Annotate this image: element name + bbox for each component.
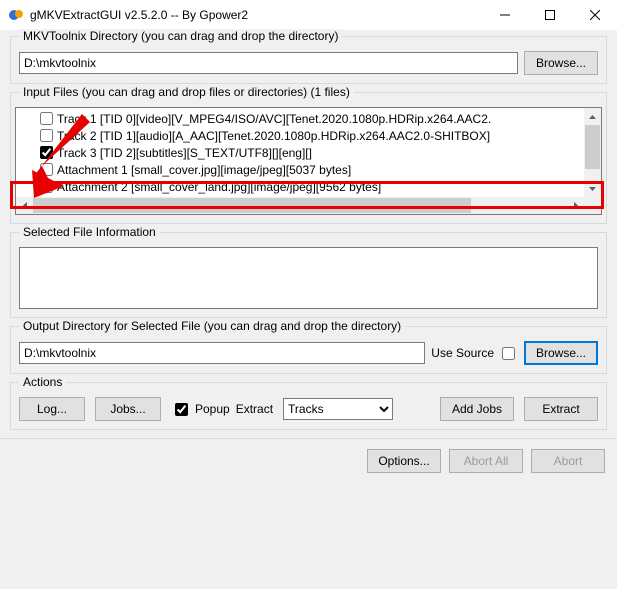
track-label: Track 3 [TID 2][subtitles][S_TEXT/UTF8][… [57,146,312,160]
input-files-group-label: Input Files (you can drag and drop files… [19,85,354,99]
input-files-group: Input Files (you can drag and drop files… [10,92,607,224]
scroll-right-icon[interactable] [567,197,584,214]
abort-all-button[interactable]: Abort All [449,449,523,473]
selected-file-info-box[interactable] [19,247,598,309]
extract-button[interactable]: Extract [524,397,598,421]
abort-button[interactable]: Abort [531,449,605,473]
selected-file-info-label: Selected File Information [19,225,160,239]
output-path-input[interactable] [19,342,425,364]
minimize-button[interactable] [482,0,527,30]
track-row[interactable]: Attachment 1 [small_cover.jpg][image/jpe… [16,161,584,178]
hscroll-thumb[interactable] [33,198,471,213]
footer: Options... Abort All Abort [0,438,617,473]
popup-checkbox-wrap[interactable]: Popup [171,400,230,419]
track-row[interactable]: Track 1 [TID 0][video][V_MPEG4/ISO/AVC][… [16,110,584,127]
track-label: Attachment 1 [small_cover.jpg][image/jpe… [57,163,351,177]
track-row[interactable]: Track 2 [TID 1][audio][A_AAC][Tenet.2020… [16,127,584,144]
use-source-checkbox-wrap[interactable]: Use Source [431,344,518,363]
mkvtoolnix-browse-button[interactable]: Browse... [524,51,598,75]
scroll-up-icon[interactable] [584,108,601,125]
selected-file-info-group: Selected File Information [10,232,607,318]
popup-label: Popup [195,402,230,416]
actions-group: Actions Log... Jobs... Popup Extract Tra… [10,382,607,430]
track-list[interactable]: Track 1 [TID 0][video][V_MPEG4/ISO/AVC][… [15,107,602,215]
mkvtoolnix-group-label: MKVToolnix Directory (you can drag and d… [19,29,342,43]
extract-label: Extract [236,402,273,416]
track-checkbox[interactable] [40,180,53,193]
scroll-corner [584,197,601,214]
mkvtoolnix-path-input[interactable] [19,52,518,74]
use-source-checkbox[interactable] [502,347,515,360]
actions-group-label: Actions [19,375,66,389]
track-label: Track 2 [TID 1][audio][A_AAC][Tenet.2020… [57,129,490,143]
track-checkbox[interactable] [40,163,53,176]
maximize-button[interactable] [527,0,572,30]
track-row[interactable]: Track 3 [TID 2][subtitles][S_TEXT/UTF8][… [16,144,584,161]
scroll-down-icon[interactable] [584,180,601,197]
jobs-button[interactable]: Jobs... [95,397,161,421]
close-button[interactable] [572,0,617,30]
output-browse-button[interactable]: Browse... [524,341,598,365]
extract-target-select[interactable]: Tracks [283,398,393,420]
track-checkbox[interactable] [40,112,53,125]
output-directory-label: Output Directory for Selected File (you … [19,319,405,333]
titlebar: gMKVExtractGUI v2.5.2.0 -- By Gpower2 [0,0,617,30]
mkvtoolnix-directory-group: MKVToolnix Directory (you can drag and d… [10,36,607,84]
output-directory-group: Output Directory for Selected File (you … [10,326,607,374]
track-label: Attachment 2 [small_cover_land.jpg][imag… [57,180,381,194]
popup-checkbox[interactable] [175,403,188,416]
add-jobs-button[interactable]: Add Jobs [440,397,514,421]
window-title: gMKVExtractGUI v2.5.2.0 -- By Gpower2 [30,8,482,22]
track-row[interactable]: Attachment 2 [small_cover_land.jpg][imag… [16,178,584,195]
use-source-label: Use Source [431,346,494,360]
app-icon [8,7,24,23]
track-label: Track 1 [TID 0][video][V_MPEG4/ISO/AVC][… [57,112,491,126]
track-checkbox[interactable] [40,146,53,159]
scroll-left-icon[interactable] [16,197,33,214]
horizontal-scrollbar[interactable] [16,197,584,214]
options-button[interactable]: Options... [367,449,441,473]
vertical-scrollbar[interactable] [584,108,601,197]
track-checkbox[interactable] [40,129,53,142]
log-button[interactable]: Log... [19,397,85,421]
vscroll-thumb[interactable] [585,125,600,169]
